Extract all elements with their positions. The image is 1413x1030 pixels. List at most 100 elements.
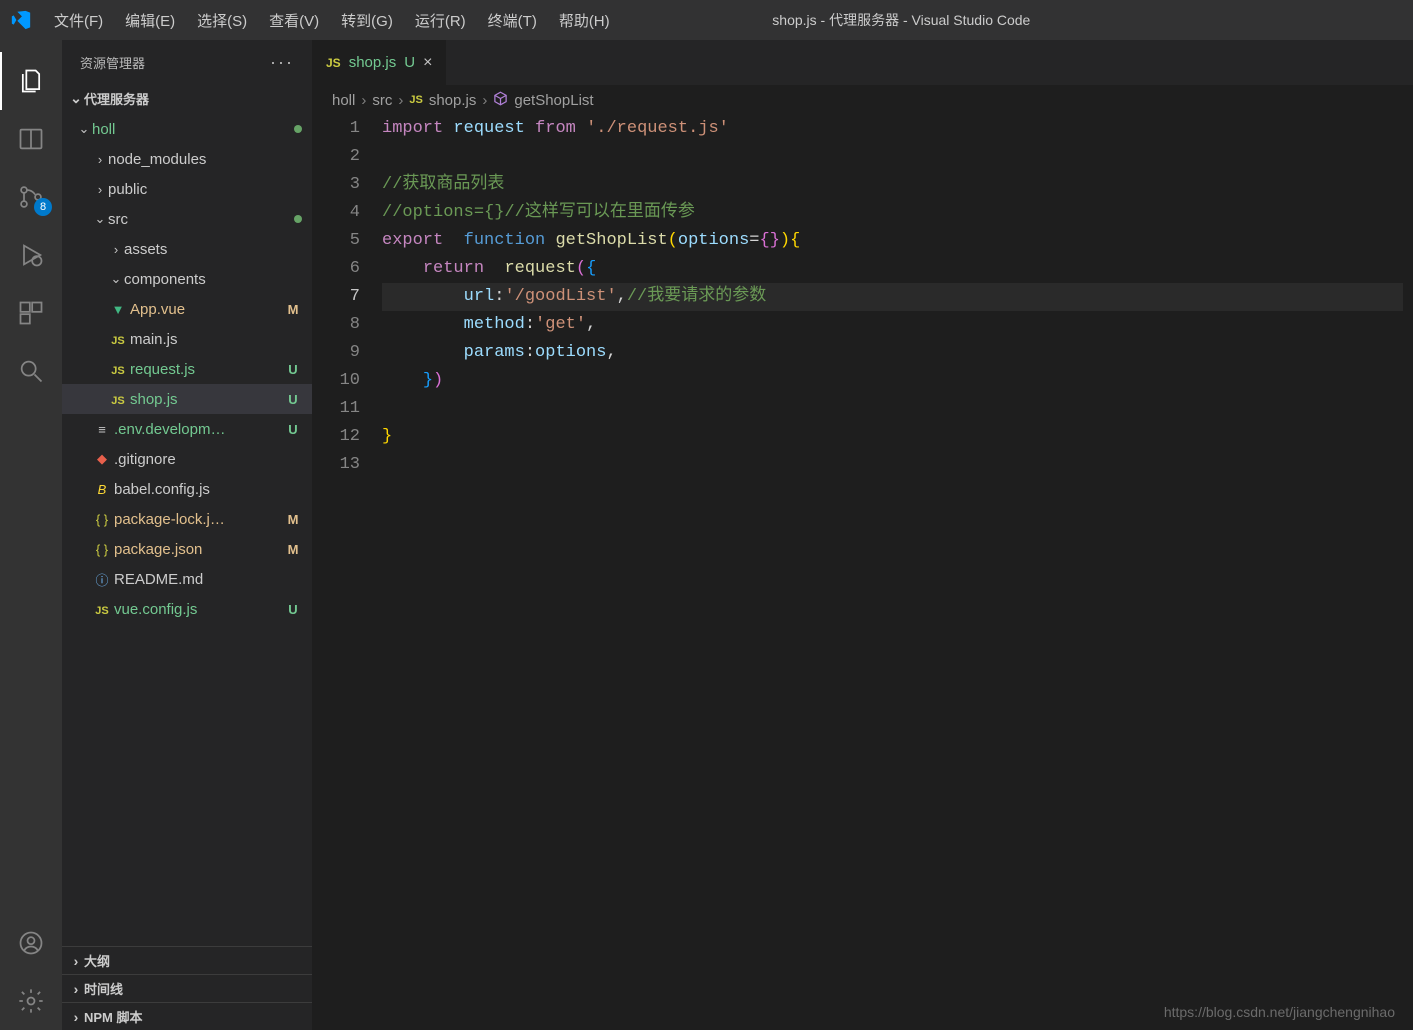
titlebar: 文件(F) 编辑(E) 选择(S) 查看(V) 转到(G) 运行(R) 终端(T…: [0, 0, 1413, 40]
tree-root-folder[interactable]: ⌄ holl: [62, 114, 312, 144]
git-status-badge: M: [284, 302, 302, 317]
close-icon[interactable]: ×: [423, 54, 432, 72]
tree-label: babel.config.js: [114, 481, 302, 498]
timeline-label: 时间线: [84, 979, 123, 998]
activity-scm[interactable]: 8: [0, 168, 62, 226]
chevron-right-icon: ›: [92, 152, 108, 167]
tree-file[interactable]: ⓘREADME.md: [62, 564, 312, 594]
book-icon: [17, 125, 45, 153]
babel-file-icon: B: [92, 482, 112, 497]
menu-selection[interactable]: 选择(S): [187, 6, 257, 35]
vscode-logo-icon: [10, 9, 32, 31]
tree-file[interactable]: JSrequest.jsU: [62, 354, 312, 384]
chevron-down-icon: ⌄: [68, 90, 84, 107]
activity-extensions[interactable]: [0, 284, 62, 342]
tree-file[interactable]: JSvue.config.js U: [62, 594, 312, 624]
activity-search2[interactable]: [0, 342, 62, 400]
npm-section[interactable]: › NPM 脚本: [62, 1002, 312, 1030]
menu-terminal[interactable]: 终端(T): [478, 6, 547, 35]
file-tree: ⌄ holl ›node_modules›public⌄src›assets⌄c…: [62, 112, 312, 946]
menu-file[interactable]: 文件(F): [44, 6, 113, 35]
tab-git-status: U: [404, 54, 415, 71]
tree-folder[interactable]: ⌄src: [62, 204, 312, 234]
menu-help[interactable]: 帮助(H): [549, 6, 620, 35]
tree-file[interactable]: Bbabel.config.js: [62, 474, 312, 504]
activity-account[interactable]: [0, 914, 62, 972]
breadcrumb-item[interactable]: src: [372, 92, 392, 109]
sidebar-more-icon[interactable]: ···: [270, 52, 294, 73]
chevron-down-icon: ⌄: [92, 211, 108, 227]
chevron-right-icon: ›: [108, 242, 124, 257]
gear-icon: [17, 987, 45, 1015]
timeline-section[interactable]: › 时间线: [62, 974, 312, 1002]
git-status-badge: U: [284, 362, 302, 377]
tree-label: vue.config.js: [114, 601, 280, 618]
menu-view[interactable]: 查看(V): [259, 6, 329, 35]
tree-file[interactable]: { }package-lock.j…M: [62, 504, 312, 534]
git-file-icon: ◆: [92, 451, 112, 467]
activity-bar: 8: [0, 40, 62, 1030]
tree-label: request.js: [130, 361, 280, 378]
line-gutter: 1234 5678 910111213: [312, 115, 382, 1030]
tree-label: assets: [124, 241, 302, 258]
outline-section[interactable]: › 大纲: [62, 946, 312, 974]
js-file-icon: JS: [108, 332, 128, 347]
sidebar-header: 资源管理器 ···: [62, 40, 312, 85]
git-status-badge: U: [284, 602, 302, 617]
tree-file[interactable]: JSmain.js: [62, 324, 312, 354]
tree-label: main.js: [130, 331, 302, 348]
js-file-icon: JS: [92, 602, 112, 617]
debug-icon: [17, 241, 45, 269]
menu-go[interactable]: 转到(G): [331, 6, 403, 35]
chevron-right-icon: ›: [68, 1009, 84, 1025]
activity-book[interactable]: [0, 110, 62, 168]
tree-label: src: [108, 211, 288, 228]
tree-folder[interactable]: ›assets: [62, 234, 312, 264]
tree-label: shop.js: [130, 391, 280, 408]
breadcrumb-item[interactable]: getShopList: [493, 91, 593, 110]
tree-file[interactable]: ▼App.vueM: [62, 294, 312, 324]
scm-badge: 8: [34, 198, 52, 216]
folder-label: holl: [92, 121, 288, 138]
activity-settings[interactable]: [0, 972, 62, 1030]
chevron-right-icon: ›: [482, 92, 487, 109]
chevron-right-icon: ›: [398, 92, 403, 109]
tree-folder[interactable]: ›node_modules: [62, 144, 312, 174]
explorer-sidebar: 资源管理器 ··· ⌄ 代理服务器 ⌄ holl ›node_modules›p…: [62, 40, 312, 1030]
js-file-icon: JS: [326, 56, 341, 70]
project-header[interactable]: ⌄ 代理服务器: [62, 85, 312, 112]
info-file-icon: ⓘ: [92, 570, 112, 589]
code-editor[interactable]: 1234 5678 910111213 import request from …: [312, 115, 1413, 1030]
activity-debug[interactable]: [0, 226, 62, 284]
menu-edit[interactable]: 编辑(E): [115, 6, 185, 35]
tree-folder[interactable]: ›public: [62, 174, 312, 204]
breadcrumb-item[interactable]: JS shop.js: [409, 92, 476, 109]
tree-file[interactable]: ≡.env.developm…U: [62, 414, 312, 444]
chevron-right-icon: ›: [68, 981, 84, 997]
tree-file[interactable]: JSshop.js U: [62, 384, 312, 414]
tab-label: shop.js: [349, 54, 397, 71]
chevron-down-icon: ⌄: [108, 271, 124, 287]
txt-file-icon: ≡: [92, 422, 112, 437]
tree-folder[interactable]: ⌄components: [62, 264, 312, 294]
menu-run[interactable]: 运行(R): [405, 6, 476, 35]
files-icon: [17, 67, 45, 95]
tree-label: .gitignore: [114, 451, 302, 468]
activity-explorer[interactable]: [0, 52, 62, 110]
code-content[interactable]: import request from './request.js' //获取商…: [382, 115, 1413, 1030]
tree-label: README.md: [114, 571, 302, 588]
chevron-right-icon: ›: [92, 182, 108, 197]
tree-file[interactable]: ◆.gitignore: [62, 444, 312, 474]
editor-area: JS shop.js U × holl › src › JS shop.js ›…: [312, 40, 1413, 1030]
js-file-icon: JS: [108, 392, 128, 407]
tree-file[interactable]: { }package.jsonM: [62, 534, 312, 564]
tree-label: .env.developm…: [114, 421, 280, 438]
breadcrumb-item[interactable]: holl: [332, 92, 355, 109]
breadcrumbs: holl › src › JS shop.js › getShopList: [312, 85, 1413, 115]
search-icon: [17, 357, 45, 385]
outline-label: 大纲: [84, 951, 110, 970]
extensions-icon: [17, 299, 45, 327]
tab-shop-js[interactable]: JS shop.js U ×: [312, 40, 447, 85]
npm-label: NPM 脚本: [84, 1007, 143, 1026]
git-status-badge: U: [284, 392, 302, 407]
